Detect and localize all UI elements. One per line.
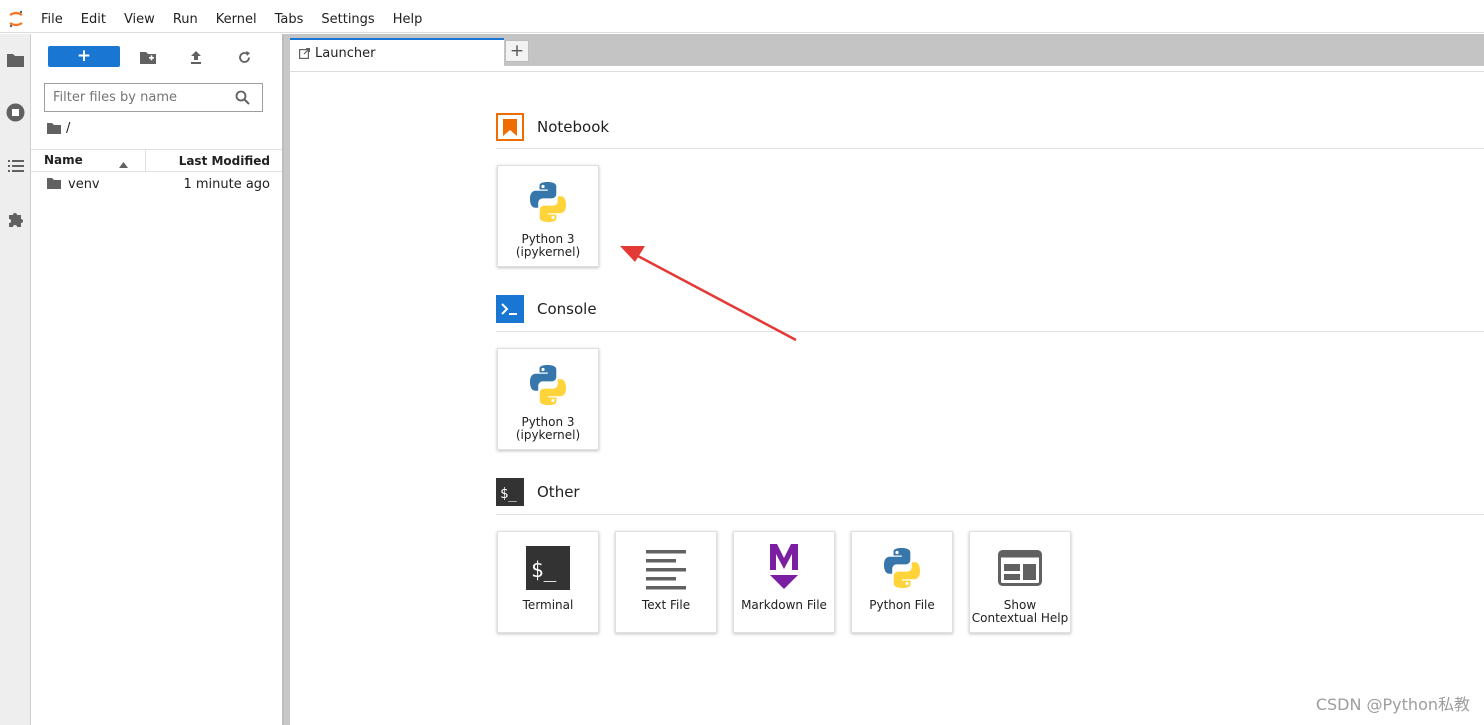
file-name: venv: [68, 177, 100, 192]
markdown-icon: [758, 542, 810, 594]
tab-divider: [290, 71, 1484, 72]
section-console: Console: [496, 295, 597, 323]
plus-icon: +: [76, 46, 92, 66]
menu-bar: File Edit View Run Kernel Tabs Settings …: [0, 6, 1484, 33]
card-label: Python 3 (ipykernel): [515, 232, 581, 259]
search-icon: [235, 90, 250, 105]
terminal-icon: $_: [522, 542, 574, 594]
folder-icon: [47, 178, 61, 193]
card-label: Python File: [869, 598, 935, 612]
tab-label: Launcher: [315, 46, 376, 61]
card-label: Text File: [641, 598, 691, 612]
svg-text:$_: $_: [500, 486, 517, 502]
tab-bar: Launcher +: [290, 34, 1484, 67]
launcher-card-contextual-help[interactable]: Show Contextual Help: [969, 531, 1071, 633]
section-title: Other: [537, 483, 580, 501]
file-list-item[interactable]: venv 1 minute ago: [31, 174, 282, 196]
breadcrumb: /: [47, 120, 70, 136]
tab-launcher[interactable]: Launcher: [290, 38, 504, 67]
home-folder-icon[interactable]: [47, 122, 61, 134]
extension-icon[interactable]: [6, 209, 25, 228]
menu-view[interactable]: View: [115, 6, 164, 33]
add-tab-button[interactable]: +: [505, 40, 529, 62]
launcher-card-markdown-file[interactable]: Markdown File: [733, 531, 835, 633]
new-folder-icon[interactable]: [139, 48, 157, 66]
column-divider[interactable]: [145, 150, 146, 171]
card-label: Python 3 (ipykernel): [515, 415, 581, 442]
terminal-section-icon: $_: [496, 478, 524, 506]
contextual-help-icon: [994, 542, 1046, 594]
text-file-icon: [640, 542, 692, 594]
section-divider: [496, 331, 1484, 332]
launcher-tab-icon: [299, 48, 310, 59]
file-modified: 1 minute ago: [183, 177, 270, 192]
section-title: Console: [537, 300, 597, 318]
launcher-card-notebook-python3[interactable]: Python 3 (ipykernel): [497, 165, 599, 267]
file-filter-box: [44, 83, 263, 112]
python-logo-icon: [522, 176, 574, 228]
menu-run[interactable]: Run: [164, 6, 207, 33]
menu-file[interactable]: File: [32, 6, 72, 33]
toc-icon[interactable]: [6, 156, 25, 175]
menu-help[interactable]: Help: [384, 6, 432, 33]
section-notebook: Notebook: [496, 113, 609, 141]
section-divider: [496, 148, 1484, 149]
panel-splitter[interactable]: [282, 34, 290, 725]
notebook-icon: [496, 113, 524, 141]
console-icon: [496, 295, 524, 323]
menu-tabs[interactable]: Tabs: [266, 6, 313, 33]
upload-icon[interactable]: [187, 48, 205, 66]
file-browser-toolbar: +: [31, 34, 282, 78]
column-name[interactable]: Name: [44, 153, 83, 167]
card-label: Terminal: [522, 598, 574, 612]
svg-text:$_: $_: [531, 558, 557, 582]
card-label: Show Contextual Help: [971, 598, 1069, 625]
folder-icon[interactable]: [6, 50, 25, 69]
file-list-header: Name Last Modified: [31, 149, 282, 172]
menu-kernel[interactable]: Kernel: [207, 6, 266, 33]
launcher-card-terminal[interactable]: $_ Terminal: [497, 531, 599, 633]
watermark: CSDN @Python私教: [1315, 695, 1470, 714]
python-logo-icon: [876, 542, 928, 594]
breadcrumb-root[interactable]: /: [66, 121, 70, 136]
card-label: Markdown File: [741, 598, 827, 612]
sort-ascending-icon: [119, 157, 128, 171]
section-divider: [496, 514, 1484, 515]
launcher-card-console-python3[interactable]: Python 3 (ipykernel): [497, 348, 599, 450]
running-icon[interactable]: [6, 103, 25, 122]
refresh-icon[interactable]: [235, 48, 253, 66]
new-launcher-button[interactable]: +: [48, 46, 120, 67]
jupyter-logo-icon: [0, 6, 32, 33]
python-logo-icon: [522, 359, 574, 411]
section-title: Notebook: [537, 118, 610, 136]
launcher-card-text-file[interactable]: Text File: [615, 531, 717, 633]
file-filter-input[interactable]: [45, 90, 235, 105]
launcher-card-python-file[interactable]: Python File: [851, 531, 953, 633]
menu-edit[interactable]: Edit: [72, 6, 115, 33]
column-last-modified[interactable]: Last Modified: [179, 154, 270, 168]
main-dock: Launcher + Notebook Python 3 (ipykernel)…: [290, 34, 1484, 725]
file-browser: + / Name Last Modified: [31, 34, 282, 725]
menu-settings[interactable]: Settings: [312, 6, 383, 33]
activity-bar: [0, 34, 31, 725]
section-other: $_ Other: [496, 478, 580, 506]
